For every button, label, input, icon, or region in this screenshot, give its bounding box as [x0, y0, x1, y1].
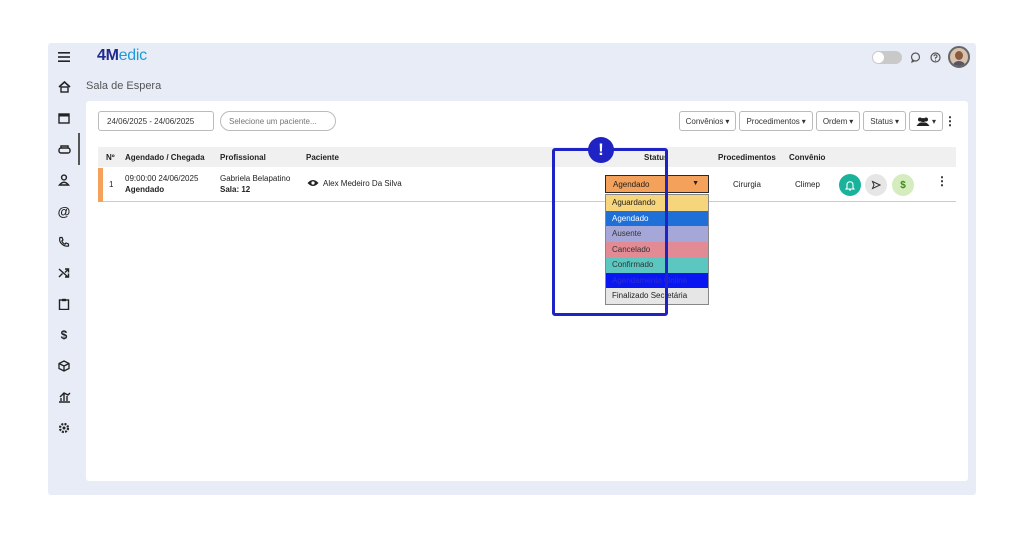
at-icon[interactable]: @ — [55, 202, 73, 220]
row-number: 1 — [109, 180, 114, 189]
ordem-filter-button[interactable]: Ordem ▾ — [815, 111, 861, 131]
page-title: Sala de Espera — [86, 80, 162, 92]
shuffle-icon[interactable] — [55, 264, 73, 282]
bell-button[interactable] — [839, 174, 861, 196]
app-logo[interactable]: 4Medic — [97, 47, 147, 65]
bell-icon — [845, 180, 855, 191]
theme-toggle[interactable] — [872, 50, 902, 64]
filter-bar: Convênios ▾ Procedimentos ▾ Ordem ▾ Status ▾… — [678, 111, 956, 131]
logo-prefix: 4 — [97, 47, 106, 64]
logo-rest: edic — [118, 47, 147, 64]
dollar-icon[interactable]: $ — [55, 326, 73, 344]
convenios-filter-button[interactable]: Convênios ▾ — [678, 111, 737, 131]
dropdown-arrow-icon: ▼ — [692, 180, 699, 187]
avatar[interactable] — [948, 46, 970, 68]
annotation-highlight-box — [552, 148, 668, 316]
dollar-icon: $ — [900, 179, 906, 191]
waiting-room-icon[interactable] — [55, 140, 73, 158]
row-more-options-icon[interactable]: ⋮ — [936, 174, 948, 188]
chart-icon[interactable] — [55, 388, 73, 406]
more-options-icon[interactable]: ⋮ — [944, 111, 956, 131]
row-time-status: Agendado — [125, 185, 165, 194]
chevron-down-icon: ▾ — [849, 116, 854, 126]
home-icon[interactable] — [55, 78, 73, 96]
help-icon[interactable] — [928, 50, 942, 64]
table-row[interactable]: 1 09:00:00 24/06/2025 Agendado Gabriela … — [98, 168, 956, 305]
chevron-down-icon: ▾ — [931, 116, 936, 126]
date-range-field[interactable]: 24/06/2025 - 24/06/2025 — [98, 111, 214, 131]
procedimentos-filter-button[interactable]: Procedimentos ▾ — [739, 111, 813, 131]
send-icon — [871, 180, 881, 190]
top-right-controls — [872, 46, 970, 68]
row-status-stripe — [98, 168, 103, 202]
app-window: @ $ 4Medic Sala de Espera 24/06/2025 - 2… — [48, 43, 976, 495]
row-time: 09:00:00 24/06/2025 — [125, 174, 199, 183]
table-header: Nº Agendado / Chegada Profissional Pacie… — [98, 147, 956, 167]
menu-icon[interactable] — [55, 48, 73, 66]
settings-icon[interactable] — [55, 419, 73, 437]
payment-button[interactable]: $ — [892, 174, 914, 196]
row-procedure: Cirurgia — [733, 180, 762, 189]
col-professional: Profissional — [220, 153, 266, 162]
sidebar: @ $ — [48, 43, 80, 495]
convenios-filter-label: Convênios — [685, 116, 724, 126]
status-filter-button[interactable]: Status ▾ — [863, 111, 906, 131]
logo-m: M — [105, 47, 119, 64]
row-room: Sala: 12 — [220, 185, 251, 194]
ordem-filter-label: Ordem — [822, 116, 848, 126]
user-icon[interactable] — [55, 171, 73, 189]
users-filter-button[interactable]: ▾ — [908, 111, 943, 131]
procedimentos-filter-label: Procedimentos — [746, 116, 800, 126]
eye-icon[interactable] — [307, 179, 319, 189]
patient-search-input[interactable] — [220, 111, 336, 131]
calendar-icon[interactable] — [55, 109, 73, 127]
box-icon[interactable] — [55, 357, 73, 375]
col-patient: Paciente — [306, 153, 339, 162]
status-filter-label: Status — [870, 116, 893, 126]
chat-icon[interactable] — [908, 50, 922, 64]
row-insurance: Climep — [795, 180, 820, 189]
phone-icon[interactable] — [55, 233, 73, 251]
clipboard-icon[interactable] — [55, 295, 73, 313]
chevron-down-icon: ▾ — [801, 116, 806, 126]
row-patient[interactable]: Alex Medeiro Da Silva — [323, 179, 402, 188]
col-scheduled: Agendado / Chegada — [125, 153, 205, 162]
send-button[interactable] — [865, 174, 887, 196]
users-icon — [916, 117, 930, 126]
annotation-badge: ! — [588, 137, 614, 163]
sidebar-active-indicator — [78, 133, 80, 165]
col-number: Nº — [106, 153, 115, 162]
main-content: 24/06/2025 - 24/06/2025 Convênios▾ Proce… — [86, 101, 968, 481]
col-insurance: Convênio — [789, 153, 826, 162]
chevron-down-icon: ▾ — [725, 116, 730, 126]
row-professional: Gabriela Belapatino — [220, 174, 291, 183]
chevron-down-icon: ▾ — [894, 116, 899, 126]
col-procedures: Procedimentos — [718, 153, 776, 162]
